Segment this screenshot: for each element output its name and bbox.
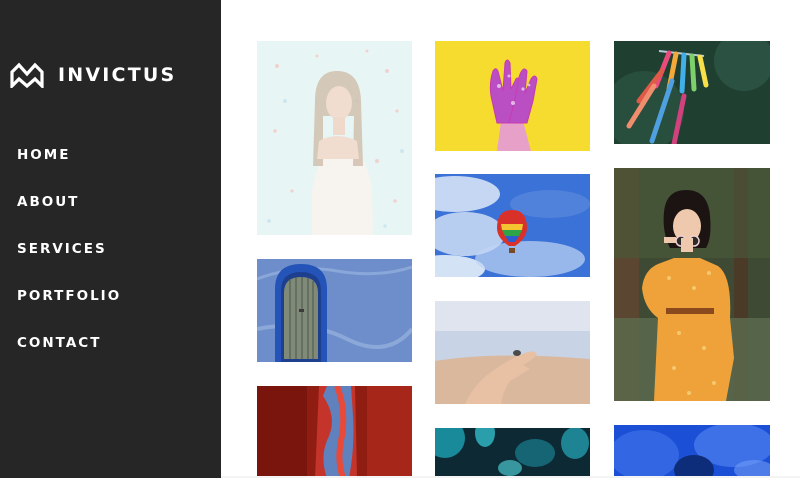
main-nav: HOME ABOUT SERVICES PORTFOLIO CONTACT	[17, 144, 121, 379]
gallery-item-woman-orange-dress[interactable]	[614, 168, 770, 401]
gallery-item-red-abstract[interactable]	[257, 386, 412, 478]
nav-link-home[interactable]: HOME	[17, 147, 70, 163]
nav-link-contact[interactable]: CONTACT	[17, 335, 101, 351]
photo-clothes-pins	[614, 41, 770, 144]
photo-blue-smoke	[614, 425, 770, 478]
photo-painted-hands	[435, 41, 590, 151]
nav-item-home: HOME	[17, 144, 121, 191]
photo-teal-lights	[435, 428, 590, 478]
gallery-item-clothes-pins[interactable]	[614, 41, 770, 144]
brand-link[interactable]: INVICTUS	[10, 62, 176, 88]
gallery-item-woman-confetti[interactable]	[257, 41, 412, 235]
photo-woman-orange-dress	[614, 168, 770, 401]
nav-link-services[interactable]: SERVICES	[17, 241, 107, 257]
nav-item-contact: CONTACT	[17, 332, 121, 379]
brand-name: INVICTUS	[58, 64, 177, 86]
nav-link-about[interactable]: ABOUT	[17, 194, 79, 210]
photo-red-abstract	[257, 386, 412, 478]
sidebar: INVICTUS HOME ABOUT SERVICES PORTFOLIO C…	[0, 0, 221, 478]
gallery-item-painted-hands[interactable]	[435, 41, 590, 151]
nav-item-about: ABOUT	[17, 191, 121, 238]
gallery-item-teal-lights[interactable]	[435, 428, 590, 478]
gallery-item-blue-door[interactable]	[257, 259, 412, 362]
photo-open-hand-beach	[435, 301, 590, 404]
gallery-item-open-hand-beach[interactable]	[435, 301, 590, 404]
photo-hot-air-balloon	[435, 174, 590, 277]
nav-item-portfolio: PORTFOLIO	[17, 285, 121, 332]
photo-blue-door	[257, 259, 412, 362]
nav-item-services: SERVICES	[17, 238, 121, 285]
invictus-logo-icon	[10, 62, 44, 88]
photo-woman-confetti	[257, 41, 412, 235]
gallery-item-hot-air-balloon[interactable]	[435, 174, 590, 277]
gallery-item-blue-smoke[interactable]	[614, 425, 770, 478]
nav-link-portfolio[interactable]: PORTFOLIO	[17, 288, 121, 304]
